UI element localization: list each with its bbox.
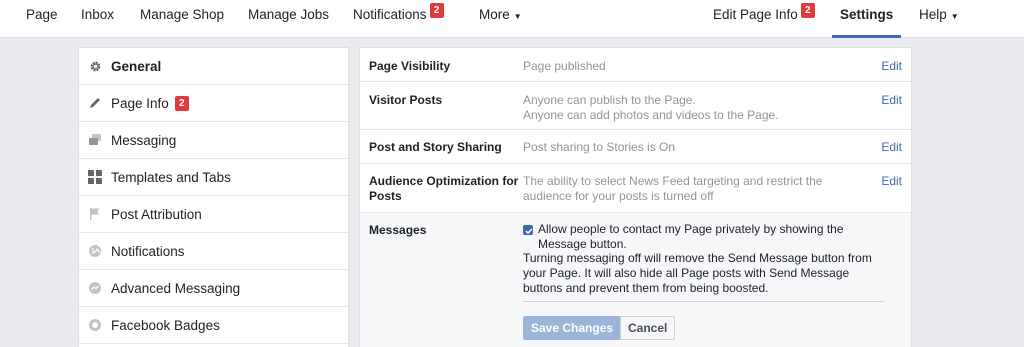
nav-page[interactable]: Page bbox=[26, 0, 58, 38]
settings-row-visitor-posts[interactable]: Visitor Posts Anyone can publish to the … bbox=[360, 82, 911, 130]
settings-row-page-visibility[interactable]: Page Visibility Page published Edit bbox=[360, 48, 911, 82]
nav-help-label: Help bbox=[919, 7, 947, 22]
page-top-nav: Page Inbox Manage Shop Manage Jobs Notif… bbox=[0, 0, 1024, 38]
sidebar-item-label: Advanced Messaging bbox=[111, 280, 241, 296]
messages-checkbox[interactable] bbox=[523, 225, 533, 235]
nav-manage-shop-label: Manage Shop bbox=[140, 7, 225, 22]
sidebar-item-messaging[interactable]: Messaging bbox=[79, 122, 348, 159]
messages-note: Turning messaging off will remove the Se… bbox=[523, 251, 872, 295]
sidebar-item-advanced-messaging[interactable]: Advanced Messaging bbox=[79, 270, 348, 307]
sidebar-item-notifications[interactable]: Notifications bbox=[79, 233, 348, 270]
sidebar-item-label: Templates and Tabs bbox=[111, 169, 231, 185]
cancel-button[interactable]: Cancel bbox=[620, 316, 676, 340]
nav-more-label: More bbox=[479, 7, 510, 22]
save-changes-button[interactable]: Save Changes bbox=[523, 316, 622, 340]
setting-value-line-1: Anyone can publish to the Page. bbox=[523, 93, 696, 107]
page-info-badge: 2 bbox=[174, 95, 189, 111]
edit-link[interactable]: Edit bbox=[881, 174, 902, 188]
setting-label: Messages bbox=[369, 223, 427, 237]
setting-value-line-2: Anyone can add photos and videos to the … bbox=[523, 108, 779, 122]
settings-row-post-story-sharing[interactable]: Post and Story Sharing Post sharing to S… bbox=[360, 130, 911, 164]
nav-manage-jobs[interactable]: Manage Jobs bbox=[248, 0, 329, 38]
chevron-down-icon: ▼ bbox=[513, 12, 522, 21]
pencil-icon bbox=[88, 96, 102, 110]
sidebar-item-label: Page Info bbox=[111, 95, 169, 111]
sidebar-item-facebook-badges[interactable]: Facebook Badges bbox=[79, 307, 348, 344]
nav-edit-page-info-label: Edit Page Info bbox=[713, 7, 798, 22]
check-icon bbox=[525, 228, 533, 235]
nav-edit-page-info[interactable]: Edit Page Info 2 bbox=[713, 0, 815, 38]
nav-inbox[interactable]: Inbox bbox=[81, 0, 114, 38]
messenger-icon bbox=[88, 281, 102, 295]
globe-icon bbox=[88, 244, 102, 258]
sidebar-item-label: Facebook Badges bbox=[111, 317, 220, 333]
notifications-badge: 2 bbox=[429, 3, 444, 18]
general-settings-panel: Page Visibility Page published Edit Visi… bbox=[359, 47, 912, 347]
chevron-down-icon: ▼ bbox=[950, 12, 959, 21]
settings-sidebar: General Page Info 2 Messaging Templates … bbox=[78, 47, 349, 347]
nav-settings[interactable]: Settings bbox=[832, 0, 902, 38]
edit-link[interactable]: Edit bbox=[881, 59, 902, 73]
nav-inbox-label: Inbox bbox=[81, 7, 115, 22]
sidebar-item-post-attribution[interactable]: Post Attribution bbox=[79, 196, 348, 233]
gear-icon bbox=[88, 59, 102, 73]
messages-checkbox-row[interactable]: Allow people to contact my Page privatel… bbox=[523, 222, 873, 252]
flag-icon bbox=[88, 207, 102, 221]
divider bbox=[523, 301, 884, 302]
sidebar-item-templates-and-tabs[interactable]: Templates and Tabs bbox=[79, 159, 348, 196]
edit-link[interactable]: Edit bbox=[881, 140, 902, 154]
nav-notifications-label: Notifications bbox=[353, 7, 427, 22]
grid-icon bbox=[88, 170, 102, 184]
setting-label: Visitor Posts bbox=[369, 93, 443, 107]
nav-more[interactable]: More ▼ bbox=[479, 0, 522, 38]
messages-checkbox-label: Allow people to contact my Page privatel… bbox=[538, 222, 844, 251]
nav-manage-jobs-label: Manage Jobs bbox=[248, 7, 330, 22]
setting-value: Post sharing to Stories is On bbox=[523, 140, 676, 154]
badge-icon bbox=[88, 318, 102, 332]
settings-row-audience-optimization[interactable]: Audience Optimization for Posts The abil… bbox=[360, 164, 911, 213]
setting-value: Page published bbox=[523, 59, 606, 73]
nav-help[interactable]: Help ▼ bbox=[919, 0, 959, 38]
setting-label: Post and Story Sharing bbox=[369, 140, 502, 154]
nav-notifications[interactable]: Notifications 2 bbox=[353, 0, 444, 38]
edit-page-info-badge: 2 bbox=[800, 3, 815, 18]
sidebar-item-label: Post Attribution bbox=[111, 206, 202, 222]
setting-label: Audience Optimization for Posts bbox=[369, 174, 519, 203]
sidebar-item-page-info[interactable]: Page Info 2 bbox=[79, 85, 348, 122]
setting-label: Page Visibility bbox=[369, 59, 451, 73]
sidebar-item-general[interactable]: General bbox=[79, 48, 348, 85]
chat-bubbles-icon bbox=[88, 133, 102, 147]
sidebar-item-label: Messaging bbox=[111, 132, 177, 148]
nav-page-label: Page bbox=[26, 7, 58, 22]
edit-link[interactable]: Edit bbox=[881, 93, 902, 107]
sidebar-item-label: General bbox=[111, 58, 162, 74]
settings-row-messages: Messages Allow people to contact my Page… bbox=[360, 213, 911, 347]
nav-settings-label: Settings bbox=[840, 7, 894, 22]
setting-value: The ability to select News Feed targetin… bbox=[523, 174, 823, 203]
nav-manage-shop[interactable]: Manage Shop bbox=[140, 0, 224, 38]
sidebar-item-label: Notifications bbox=[111, 243, 185, 259]
